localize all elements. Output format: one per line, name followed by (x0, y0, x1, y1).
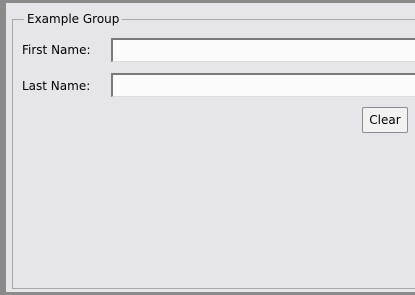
first-name-label: First Name: (22, 43, 91, 57)
last-name-label: Last Name: (22, 79, 91, 93)
window-frame-top (0, 0, 415, 3)
first-name-field[interactable] (111, 38, 415, 62)
window-frame-left (0, 0, 6, 295)
clear-button[interactable]: Clear (362, 107, 408, 133)
last-name-field[interactable] (111, 73, 415, 97)
groupbox-title: Example Group (24, 11, 123, 27)
window: Example Group First Name: Last Name: Cle… (0, 0, 415, 295)
